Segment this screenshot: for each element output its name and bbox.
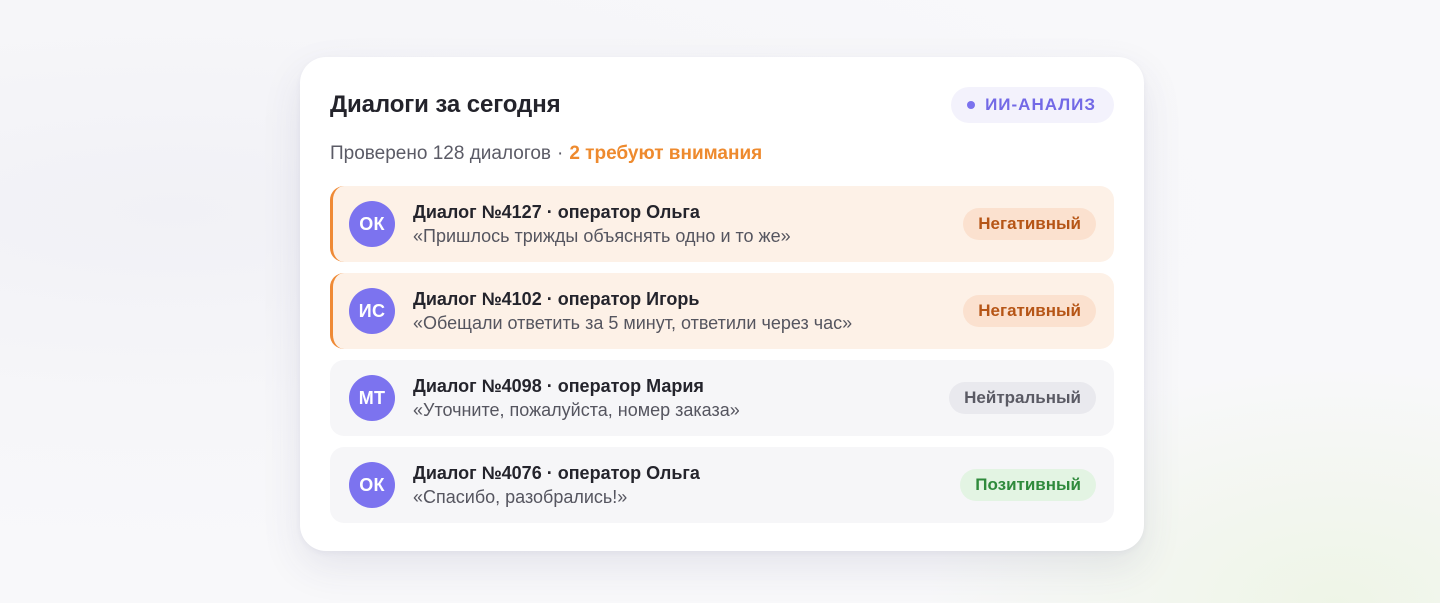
ai-analysis-badge: ИИ-АНАЛИЗ bbox=[951, 87, 1114, 123]
status-dot-icon bbox=[967, 101, 976, 109]
dialog-text: Диалог №4076 · оператор Ольга «Спасибо, … bbox=[413, 461, 960, 509]
summary-line: Проверено 128 диалогов · 2 требуют внимани… bbox=[330, 143, 762, 165]
dialog-row[interactable]: МТ Диалог №4098 · оператор Мария «Уточни… bbox=[330, 360, 1114, 436]
sentiment-badge: Нейтральный bbox=[949, 382, 1096, 414]
dialogs-card: Диалоги за сегодня ИИ-АНАЛИЗ Проверено 1… bbox=[300, 57, 1144, 551]
attention-count-text[interactable]: 2 требуют внимания bbox=[569, 143, 762, 164]
avatar: ОК bbox=[349, 462, 395, 508]
summary-separator: · bbox=[557, 143, 564, 164]
card-title: Диалоги за сегодня bbox=[330, 91, 561, 118]
sentiment-badge: Негативный bbox=[963, 208, 1096, 240]
dialog-text: Диалог №4102 · оператор Игорь «Обещали о… bbox=[413, 287, 963, 335]
sentiment-badge: Негативный bbox=[963, 295, 1096, 327]
dialog-title: Диалог №4102 · оператор Игорь bbox=[413, 289, 700, 309]
avatar: ОК bbox=[349, 201, 395, 247]
ai-analysis-label: ИИ-АНАЛИЗ bbox=[985, 95, 1096, 114]
dialog-quote: «Спасибо, разобрались!» bbox=[413, 487, 628, 507]
dialog-row[interactable]: ИС Диалог №4102 · оператор Игорь «Обещал… bbox=[330, 273, 1114, 349]
card-header: Диалоги за сегодня ИИ-АНАЛИЗ bbox=[330, 87, 1114, 123]
dialog-list: ОК Диалог №4127 · оператор Ольга «Пришло… bbox=[330, 186, 1114, 534]
checked-count-text: Проверено 128 диалогов bbox=[330, 143, 551, 164]
dialog-text: Диалог №4127 · оператор Ольга «Пришлось … bbox=[413, 200, 963, 248]
dialog-title: Диалог №4127 · оператор Ольга bbox=[413, 202, 700, 222]
dialog-title: Диалог №4076 · оператор Ольга bbox=[413, 463, 700, 483]
dialog-quote: «Обещали ответить за 5 минут, ответили ч… bbox=[413, 313, 853, 333]
avatar: МТ bbox=[349, 375, 395, 421]
dialog-quote: «Пришлось трижды объяснять одно и то же» bbox=[413, 226, 791, 246]
dialog-row[interactable]: ОК Диалог №4127 · оператор Ольга «Пришло… bbox=[330, 186, 1114, 262]
sentiment-badge: Позитивный bbox=[960, 469, 1096, 501]
dialog-row[interactable]: ОК Диалог №4076 · оператор Ольга «Спасиб… bbox=[330, 447, 1114, 523]
dialog-title: Диалог №4098 · оператор Мария bbox=[413, 376, 704, 396]
dialog-quote: «Уточните, пожалуйста, номер заказа» bbox=[413, 400, 740, 420]
avatar: ИС bbox=[349, 288, 395, 334]
dialog-text: Диалог №4098 · оператор Мария «Уточните,… bbox=[413, 374, 949, 422]
